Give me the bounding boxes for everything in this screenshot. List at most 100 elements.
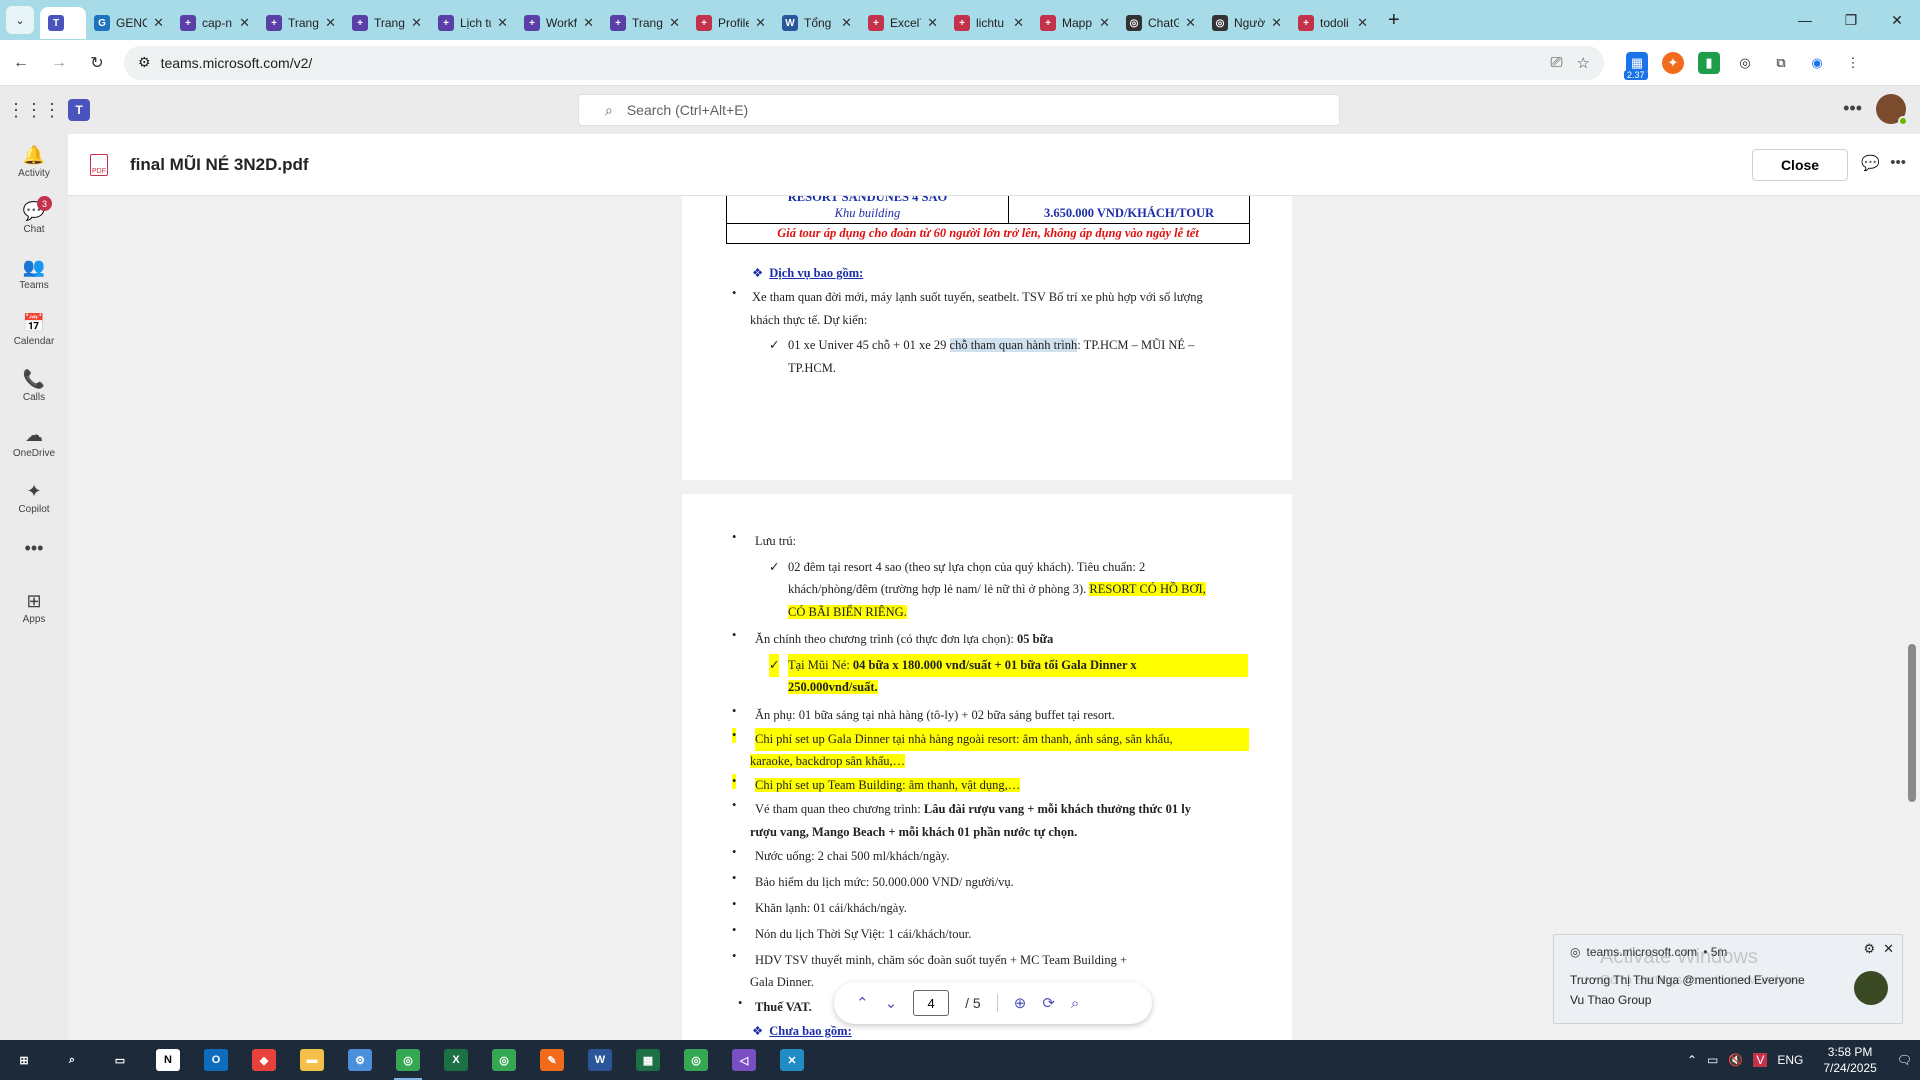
rail-item-chat[interactable]: 💬 Chat 3 [0, 190, 68, 246]
chrome-icon[interactable]: ◎ [672, 1040, 720, 1080]
minimize-button[interactable]: — [1782, 0, 1828, 40]
rail-item-teams[interactable]: 👥 Teams [0, 246, 68, 302]
excel-icon[interactable]: X [432, 1040, 480, 1080]
browser-tab[interactable]: + Trang ✕ [258, 7, 344, 39]
site-info-icon[interactable]: ⚙ [138, 54, 151, 71]
rail-item-onedrive[interactable]: ☁ OneDrive [0, 414, 68, 470]
task-view-icon[interactable]: ▭ [96, 1040, 144, 1080]
close-icon[interactable]: ✕ [1883, 941, 1894, 957]
bookmark-star-icon[interactable]: ☆ [1577, 54, 1590, 72]
tab-close-icon[interactable]: ✕ [1099, 15, 1110, 31]
extension-icon[interactable]: ◎ [1734, 52, 1756, 74]
tab-close-icon[interactable]: ✕ [841, 15, 852, 31]
install-app-icon[interactable]: ⎚ [1551, 54, 1563, 72]
tab-close-icon[interactable]: ✕ [669, 15, 680, 31]
previous-page-icon[interactable]: ⌃ [856, 994, 869, 1012]
browser-tab[interactable]: + Profile ✕ [688, 7, 774, 39]
tab-close-icon[interactable]: ✕ [755, 15, 766, 31]
browser-tab[interactable]: ◎ Người ✕ [1204, 7, 1290, 39]
tab-close-icon[interactable]: ✕ [239, 15, 250, 31]
rail-item-copilot[interactable]: ✦ Copilot [0, 470, 68, 526]
explorer-icon[interactable]: ▬ [288, 1040, 336, 1080]
more-options-icon[interactable]: ••• [1890, 154, 1906, 171]
zoom-in-icon[interactable]: ⊕ [1014, 994, 1027, 1012]
browser-tab[interactable]: + lichtu ✕ [946, 7, 1032, 39]
outlook-icon[interactable]: O [192, 1040, 240, 1080]
forward-button[interactable]: → [42, 46, 76, 80]
back-button[interactable]: ← [4, 46, 38, 80]
xcode-icon[interactable]: ✕ [768, 1040, 816, 1080]
tab-close-icon[interactable]: ✕ [1013, 15, 1024, 31]
clock[interactable]: 3:58 PM 7/24/2025 [1823, 1044, 1876, 1076]
url-input[interactable]: ⚙ teams.microsoft.com/v2/ ⎚ ☆ [124, 45, 1604, 80]
volume-muted-icon[interactable]: 🔇 [1728, 1053, 1743, 1067]
search-icon[interactable]: ⌕ [1071, 995, 1079, 1012]
puzzle-icon[interactable]: ⧉ [1770, 52, 1792, 74]
search-icon[interactable]: ⌕ [48, 1040, 96, 1080]
anydesk-icon[interactable]: ◆ [240, 1040, 288, 1080]
close-window-button[interactable]: ✕ [1874, 0, 1920, 40]
search-input[interactable]: ⌕ Search (Ctrl+Alt+E) [578, 94, 1340, 126]
browser-tab[interactable]: + Trang ✕ [602, 7, 688, 39]
notion-icon[interactable]: N [144, 1040, 192, 1080]
restore-button[interactable]: ❐ [1828, 0, 1874, 40]
browser-tab[interactable]: + ExcelT ✕ [860, 7, 946, 39]
browser-tab[interactable]: ◎ ChatG ✕ [1118, 7, 1204, 39]
rail-item-calendar[interactable]: 📅 Calendar [0, 302, 68, 358]
rotate-icon[interactable]: ⟳ [1042, 994, 1055, 1012]
browser-tab[interactable]: W Tổng ✕ [774, 7, 860, 39]
word-icon[interactable]: W [576, 1040, 624, 1080]
tab-close-icon[interactable]: ✕ [153, 15, 164, 31]
profile-icon[interactable]: ◉ [1806, 52, 1828, 74]
chevron-up-icon[interactable]: ⌃ [1687, 1053, 1697, 1067]
browser-tab[interactable]: + Trang ✕ [344, 7, 430, 39]
rail-item-activity[interactable]: 🔔 Activity [0, 134, 68, 190]
tab-close-icon[interactable]: ✕ [325, 15, 336, 31]
scrollbar-thumb[interactable] [1908, 644, 1916, 802]
rail-item-apps[interactable]: ⊞ Apps [0, 580, 68, 636]
tab-close-icon[interactable]: ✕ [1185, 15, 1196, 31]
browser-tab[interactable]: + Lịch tu ✕ [430, 7, 516, 39]
network-icon[interactable]: ▭ [1707, 1053, 1718, 1067]
settings-icon[interactable]: ⚙ [1863, 941, 1875, 957]
rail-item-calls[interactable]: 📞 Calls [0, 358, 68, 414]
vs-icon[interactable]: ◁ [720, 1040, 768, 1080]
close-button[interactable]: Close [1752, 149, 1848, 181]
tab-close-icon[interactable]: ✕ [497, 15, 508, 31]
browser-menu-icon[interactable]: ⋮ [1842, 52, 1864, 74]
comment-icon[interactable]: 💬 [1861, 154, 1880, 172]
pdf-viewer[interactable]: RESORT SANDUNES 4 SAO Khu building 3.650… [68, 196, 1920, 1040]
rail-item-more[interactable]: ••• [0, 526, 68, 570]
browser-tab[interactable]: + cap-n ✕ [172, 7, 258, 39]
page-number-input[interactable] [913, 990, 950, 1016]
vertical-scrollbar[interactable] [1904, 196, 1920, 1040]
tab-close-icon[interactable]: ✕ [583, 15, 594, 31]
app-icon[interactable]: ✎ [528, 1040, 576, 1080]
tab-close-icon[interactable]: ✕ [411, 15, 422, 31]
browser-tab[interactable]: T [40, 7, 86, 39]
extension-icon[interactable]: ▦ 2.37 [1624, 51, 1648, 80]
app-launcher-icon[interactable]: ⋮⋮⋮ [0, 100, 68, 121]
chrome-icon[interactable]: ◎ [384, 1040, 432, 1080]
browser-tab[interactable]: + Workf ✕ [516, 7, 602, 39]
tab-close-icon[interactable]: ✕ [1271, 15, 1282, 31]
browser-tab[interactable]: + todoli ✕ [1290, 7, 1376, 39]
chrome-icon[interactable]: ◎ [480, 1040, 528, 1080]
reload-button[interactable]: ↻ [80, 46, 114, 80]
start-button[interactable]: ⊞ [0, 1040, 48, 1080]
browser-tab[interactable]: G GENC ✕ [86, 7, 172, 39]
language-indicator[interactable]: ENG [1777, 1053, 1803, 1067]
notification-center-icon[interactable]: 🗨 [1897, 1053, 1912, 1067]
browser-tab[interactable]: + Mapp ✕ [1032, 7, 1118, 39]
sheet-icon[interactable]: ▦ [624, 1040, 672, 1080]
more-options-icon[interactable]: ••• [1843, 98, 1862, 119]
extension-icon[interactable]: ▮ [1698, 51, 1720, 74]
app-tray-icon[interactable]: V [1753, 1053, 1768, 1067]
extension-icon[interactable]: ✦ [1662, 51, 1684, 74]
tab-search-button[interactable]: ⌄ [6, 6, 34, 34]
new-tab-button[interactable]: + [1388, 9, 1400, 32]
network-icon[interactable]: ⚙ [336, 1040, 384, 1080]
tab-close-icon[interactable]: ✕ [1357, 15, 1368, 31]
tab-close-icon[interactable]: ✕ [927, 15, 938, 31]
next-page-icon[interactable]: ⌄ [885, 994, 898, 1012]
